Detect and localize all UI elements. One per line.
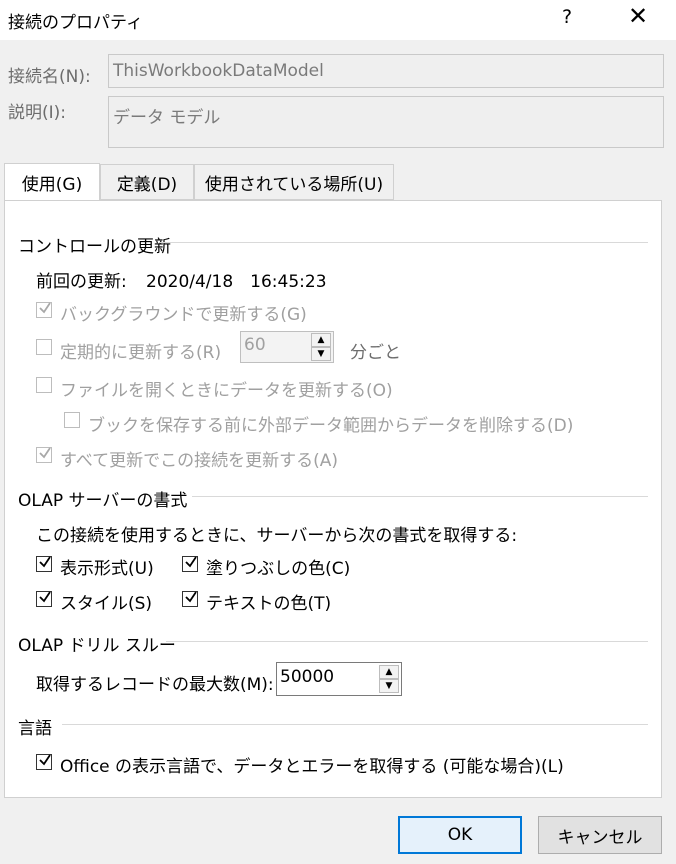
cancel-label: キャンセル [557,827,643,848]
remove-external-data-checkbox[interactable] [64,412,80,428]
text-color-label: テキストの色(T) [206,594,332,614]
checkmark-icon [39,754,51,766]
title-bar: 接続のプロパティ ? ✕ [0,0,676,40]
help-button[interactable]: ? [562,6,572,28]
close-button[interactable]: ✕ [628,2,648,30]
ok-button[interactable]: OK [398,816,522,854]
checkmark-icon [185,591,197,603]
refresh-all-label: すべて更新でこの接続を更新する(A) [60,451,339,471]
right-edge [663,200,676,864]
office-language-checkbox[interactable] [36,754,52,770]
style-checkbox[interactable] [36,591,52,607]
background-refresh-label: バックグラウンドで更新する(G) [60,305,307,325]
number-format-label: 表示形式(U) [60,559,154,579]
checkmark-icon [39,447,51,459]
checkmark-icon [39,556,51,568]
connection-name-label: 接続名(N): [8,67,91,87]
refresh-section-title: コントロールの更新 [18,237,171,257]
max-records-stepper[interactable]: 50000 ▲ ▼ [276,662,402,696]
tab-definition[interactable]: 定義(D) [100,164,194,200]
olap-format-section-title: OLAP サーバーの書式 [18,491,188,511]
description-label: 説明(I): [8,103,67,123]
checkmark-icon [185,556,197,568]
refresh-interval-unit: 分ごと [350,343,401,363]
checkmark-icon [39,591,51,603]
ok-label: OK [447,825,473,845]
spin-up-icon[interactable]: ▲ [311,333,331,347]
periodic-refresh-label: 定期的に更新する(R) [60,343,222,363]
fill-color-label: 塗りつぶしの色(C) [206,559,351,579]
tab-used-in[interactable]: 使用されている場所(U) [194,164,394,200]
text-color-checkbox[interactable] [182,591,198,607]
refresh-on-open-checkbox[interactable] [36,377,52,393]
office-language-label: Office の表示言語で、データとエラーを取得する (可能な場合)(L) [60,757,564,777]
description-field[interactable]: データ モデル [108,96,664,148]
background-refresh-checkbox[interactable] [36,302,52,318]
max-records-value: 50000 [280,667,335,687]
divider [192,496,648,497]
checkmark-icon [39,302,51,314]
refresh-interval-value: 60 [244,335,266,355]
tab-usage-label: 使用(G) [21,175,83,195]
remove-external-data-label: ブックを保存する前に外部データ範囲からデータを削除する(D) [88,416,574,436]
tab-used-in-label: 使用されている場所(U) [204,174,384,195]
refresh-interval-stepper[interactable]: 60 ▲ ▼ [240,331,334,363]
fill-color-checkbox[interactable] [182,556,198,572]
language-section-title: 言語 [18,719,52,739]
last-refresh-label: 前回の更新: [36,272,127,292]
spin-down-icon[interactable]: ▼ [311,347,331,361]
dialog-title: 接続のプロパティ [8,13,143,33]
divider [166,641,648,642]
divider [160,242,648,243]
connection-name-field[interactable]: ThisWorkbookDataModel [108,54,664,88]
cancel-button[interactable]: キャンセル [538,816,662,854]
refresh-all-checkbox[interactable] [36,447,52,463]
drill-section-title: OLAP ドリル スルー [18,636,176,656]
periodic-refresh-checkbox[interactable] [36,339,52,355]
spin-up-icon[interactable]: ▲ [379,665,399,679]
number-format-checkbox[interactable] [36,556,52,572]
style-label: スタイル(S) [60,594,153,614]
divider [62,724,648,725]
olap-format-intro: この接続を使用するときに、サーバーから次の書式を取得する: [36,526,518,546]
refresh-on-open-label: ファイルを開くときにデータを更新する(O) [60,381,393,401]
spin-down-icon[interactable]: ▼ [379,679,399,693]
max-records-label: 取得するレコードの最大数(M): [36,675,274,695]
tab-usage[interactable]: 使用(G) [4,163,100,201]
tab-definition-label: 定義(D) [116,174,178,195]
last-refresh-value: 2020/4/18 16:45:23 [146,272,327,292]
